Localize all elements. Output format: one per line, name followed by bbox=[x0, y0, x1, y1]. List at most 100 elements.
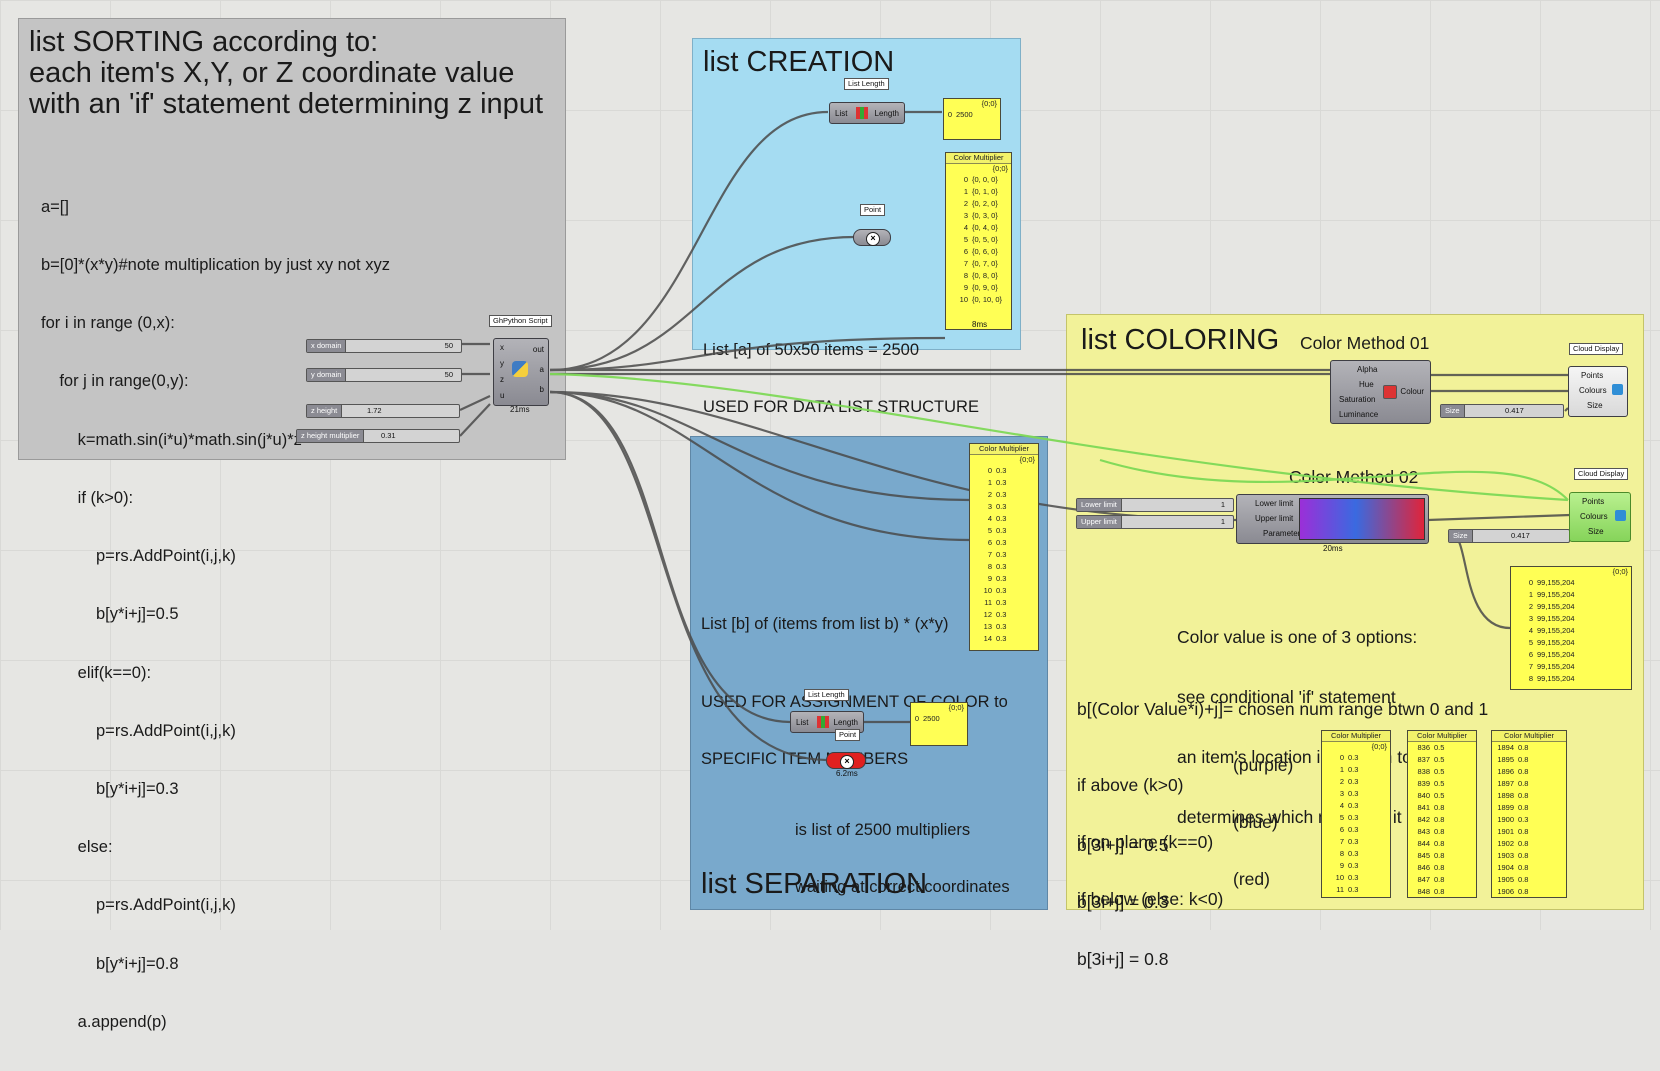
item-index: 6 bbox=[963, 247, 968, 256]
item-index: 8 bbox=[963, 271, 968, 280]
item-value: 99,155,204 bbox=[1537, 614, 1575, 623]
python-output-a[interactable]: a bbox=[540, 365, 544, 374]
list-item: 846 0.8 bbox=[1408, 862, 1476, 874]
list-input[interactable]: List bbox=[835, 109, 847, 118]
grasshopper-canvas[interactable]: list SORTING according to: each item's X… bbox=[0, 0, 1660, 1031]
panel-points[interactable]: Color Multiplier {0;0} 0 {0, 0, 0} 1 {0, 1,… bbox=[945, 152, 1012, 330]
item-value: 0.8 bbox=[1434, 827, 1445, 836]
point-component-2[interactable]: × bbox=[826, 752, 866, 769]
gradient-component[interactable]: Lower limit Upper limit Parameter bbox=[1236, 494, 1429, 544]
list-input[interactable]: List bbox=[796, 718, 808, 727]
python-icon bbox=[512, 361, 528, 377]
cloud-display-2[interactable]: Points Colours Size bbox=[1569, 492, 1631, 542]
item-index: 844 bbox=[1417, 839, 1430, 848]
input-parameter[interactable]: Parameter bbox=[1263, 529, 1300, 538]
length-output[interactable]: Length bbox=[875, 109, 899, 118]
item-index: 1897 bbox=[1497, 779, 1514, 788]
colour-hsl-component[interactable]: Alpha Hue Saturation Luminance Colour bbox=[1330, 360, 1431, 424]
slider-size-1[interactable]: Size 0.417 bbox=[1440, 404, 1564, 418]
input-saturation[interactable]: Saturation bbox=[1339, 395, 1375, 404]
list-item: 6 99,155,204 bbox=[1511, 649, 1631, 661]
input-colours[interactable]: Colours bbox=[1580, 512, 1608, 521]
item-index: 3 bbox=[1528, 614, 1533, 623]
item-value: 0.8 bbox=[1518, 839, 1529, 848]
cloud-display-1[interactable]: Points Colours Size bbox=[1568, 366, 1628, 417]
point-component-1[interactable]: × bbox=[853, 229, 891, 246]
input-points[interactable]: Points bbox=[1581, 371, 1603, 380]
input-colours[interactable]: Colours bbox=[1579, 386, 1607, 395]
panel-multiplier-1[interactable]: Color Multiplier {0;0} 0 0.3 1 0.3 2 0.3 3 0.3 4… bbox=[1321, 730, 1391, 898]
input-size[interactable]: Size bbox=[1588, 527, 1604, 536]
gradient-bar[interactable] bbox=[1299, 498, 1425, 540]
panel-time: 8ms bbox=[972, 320, 988, 329]
input-hue[interactable]: Hue bbox=[1359, 380, 1374, 389]
item-value: {0, 1, 0} bbox=[972, 187, 998, 196]
item-value: 0.5 bbox=[1434, 743, 1445, 752]
slider-x-domain[interactable]: x domain 50 bbox=[306, 339, 462, 353]
input-alpha[interactable]: Alpha bbox=[1357, 365, 1377, 374]
item-index: 1901 bbox=[1497, 827, 1514, 836]
item-index: 0 bbox=[947, 110, 952, 119]
input-luminance[interactable]: Luminance bbox=[1339, 410, 1378, 419]
slider-size-2[interactable]: Size 0.417 bbox=[1448, 529, 1570, 543]
list-item: 848 0.8 bbox=[1408, 886, 1476, 897]
item-value: 0.8 bbox=[1518, 863, 1529, 872]
code-line: a.append(p) bbox=[41, 1012, 167, 1031]
item-index: 1898 bbox=[1497, 791, 1514, 800]
input-size[interactable]: Size bbox=[1587, 401, 1603, 410]
input-lower-limit[interactable]: Lower limit bbox=[1255, 499, 1293, 508]
item-value: 99,155,204 bbox=[1537, 590, 1575, 599]
panel-colours[interactable]: {0;0} 0 99,155,204 1 99,155,204 2 99,155,204 3… bbox=[1510, 566, 1632, 690]
list-item: 3 0.3 bbox=[1322, 788, 1390, 800]
list-length-component-1[interactable]: List Length bbox=[829, 102, 905, 124]
list-item: 6 0.3 bbox=[1322, 824, 1390, 836]
slider-z-multiplier[interactable]: z height multiplier 0.31 bbox=[296, 429, 460, 443]
item-value: 0.8 bbox=[1518, 767, 1529, 776]
slider-z-height[interactable]: z height 1.72 bbox=[306, 404, 460, 418]
python-input-u[interactable]: u bbox=[500, 391, 504, 400]
python-input-z[interactable]: z bbox=[500, 375, 504, 384]
colour-output[interactable]: Colour bbox=[1400, 387, 1424, 396]
item-value: 0.8 bbox=[1434, 863, 1445, 872]
input-upper-limit[interactable]: Upper limit bbox=[1255, 514, 1293, 523]
ghpython-component[interactable]: x y z u out a b bbox=[493, 338, 549, 406]
panel-path: {0;0} bbox=[981, 99, 997, 108]
item-value: 0.5 bbox=[1434, 779, 1445, 788]
item-index: 2 bbox=[987, 490, 992, 499]
case-expr-text: b[3i+j] = 0.8 bbox=[1077, 949, 1169, 969]
panel-path: {0;0} bbox=[1612, 567, 1628, 576]
length-output[interactable]: Length bbox=[834, 718, 858, 727]
item-index: 847 bbox=[1417, 875, 1430, 884]
panel-title: Color Multiplier bbox=[1322, 731, 1390, 742]
panel-multipliers[interactable]: Color Multiplier {0;0} 0 0.3 1 0.3 2 0.3 3 0.3 4… bbox=[969, 443, 1039, 651]
panel-multiplier-3[interactable]: Color Multiplier 1894 0.8 1895 0.8 1896 0.8 18… bbox=[1491, 730, 1567, 898]
python-input-x[interactable]: x bbox=[500, 343, 504, 352]
python-input-y[interactable]: y bbox=[500, 359, 504, 368]
slider-name: z height multiplier bbox=[297, 430, 365, 442]
panel-multiplier-2[interactable]: Color Multiplier 836 0.5 837 0.5 838 0.5 839 0.… bbox=[1407, 730, 1477, 898]
panel-title: Color Multiplier bbox=[1492, 731, 1566, 742]
item-index: 5 bbox=[987, 526, 992, 535]
input-points[interactable]: Points bbox=[1582, 497, 1604, 506]
wire bbox=[1427, 513, 1571, 522]
item-value: 99,155,204 bbox=[1537, 674, 1575, 683]
item-value: 0.3 bbox=[996, 466, 1007, 475]
panel-path: {0;0} bbox=[948, 703, 964, 712]
panel-length-b[interactable]: {0;0} 0 2500 bbox=[910, 702, 968, 746]
list-item: 839 0.5 bbox=[1408, 778, 1476, 790]
python-output-out[interactable]: out bbox=[533, 345, 544, 354]
item-value: 0.3 bbox=[1348, 873, 1359, 882]
item-index: 1 bbox=[963, 187, 968, 196]
slider-lower-limit[interactable]: Lower limit 1 bbox=[1076, 498, 1234, 512]
panel-length-a[interactable]: {0;0} 0 2500 bbox=[943, 98, 1001, 140]
list-item: 841 0.8 bbox=[1408, 802, 1476, 814]
item-value: 0.3 bbox=[1348, 861, 1359, 870]
panel-rows: 1894 0.8 1895 0.8 1896 0.8 1897 0.8 1898 0.8 1899 0… bbox=[1492, 742, 1566, 897]
item-value: 0.3 bbox=[996, 478, 1007, 487]
slider-value: 1.72 bbox=[367, 406, 382, 415]
item-value: 0.8 bbox=[1518, 887, 1529, 896]
slider-y-domain[interactable]: y domain 50 bbox=[306, 368, 462, 382]
list-item: 0 2500 bbox=[944, 109, 1000, 121]
python-output-b[interactable]: b bbox=[540, 385, 544, 394]
slider-upper-limit[interactable]: Upper limit 1 bbox=[1076, 515, 1234, 529]
